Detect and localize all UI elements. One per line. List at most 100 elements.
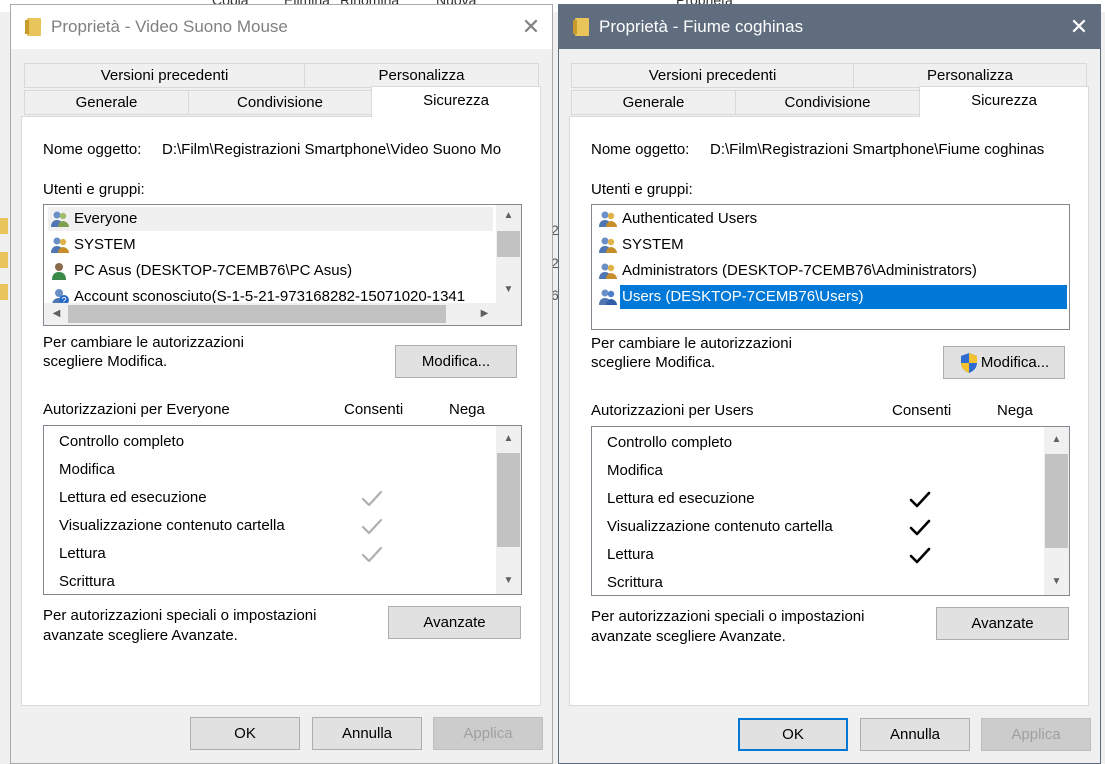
users-groups-label: Utenti e gruppi: — [43, 181, 145, 198]
apply-button[interactable]: Applica — [433, 717, 543, 750]
object-name-label: Nome oggetto: — [43, 141, 142, 158]
permission-modify: Modifica — [59, 461, 115, 478]
users-groups-label: Utenti e gruppi: — [591, 181, 693, 198]
scrollbar-thumb[interactable] — [497, 453, 520, 547]
properties-dialog-left: Proprietà - Video Suono Mouse ✕ Versioni… — [10, 4, 553, 764]
bg-folder-icon — [0, 284, 8, 300]
permission-read-execute: Lettura ed esecuzione — [607, 490, 755, 507]
user-name: Administrators (DESKTOP-7CEMB76\Administ… — [622, 262, 977, 279]
allow-checkmark-icon — [361, 518, 383, 535]
ok-button[interactable]: OK — [190, 717, 300, 750]
special-permissions-text: Per autorizzazioni speciali o impostazio… — [43, 607, 317, 624]
permission-read: Lettura — [607, 546, 654, 563]
tab-sharing[interactable]: Condivisione — [735, 90, 920, 115]
user-name: Users (DESKTOP-7CEMB76\Users) — [622, 288, 864, 305]
user-group-icon — [599, 211, 617, 227]
close-button[interactable]: ✕ — [1064, 13, 1094, 41]
permission-list-folder: Visualizzazione contenuto cartella — [607, 518, 833, 535]
cancel-button[interactable]: Annulla — [860, 718, 970, 751]
user-row-users[interactable]: Users (DESKTOP-7CEMB76\Users) — [620, 285, 1067, 309]
user-row-authenticated-users[interactable]: Authenticated Users — [596, 207, 1066, 231]
special-permissions-text-2: avanzate scegliere Avanzate. — [591, 628, 786, 645]
tab-previous-versions[interactable]: Versioni precedenti — [571, 63, 854, 88]
apply-button[interactable]: Applica — [981, 718, 1091, 751]
tab-previous-versions[interactable]: Versioni precedenti — [24, 63, 305, 88]
change-permissions-text-2: scegliere Modifica. — [591, 354, 716, 371]
tab-customize[interactable]: Personalizza — [304, 63, 539, 88]
scroll-up-icon[interactable]: ▲ — [1044, 429, 1069, 451]
user-row-system[interactable]: SYSTEM — [596, 233, 1066, 257]
allow-column-header: Consenti — [344, 401, 404, 418]
user-icon — [52, 263, 66, 280]
permission-list-folder: Visualizzazione contenuto cartella — [59, 517, 285, 534]
permissions-vertical-scrollbar[interactable]: ▲ ▼ — [496, 426, 521, 594]
allow-checkmark-icon — [361, 490, 383, 507]
permissions-title: Autorizzazioni per Users — [591, 402, 754, 419]
scrollbar-thumb[interactable] — [497, 231, 520, 257]
change-permissions-text: Per cambiare le autorizzazioni — [43, 334, 244, 351]
allow-checkmark-icon — [909, 519, 931, 536]
tab-general[interactable]: Generale — [571, 90, 736, 115]
tab-general[interactable]: Generale — [24, 90, 189, 115]
edit-button[interactable]: Modifica... — [395, 345, 517, 378]
permission-write: Scrittura — [59, 573, 115, 590]
permissions-list: Controllo completo Modifica Lettura ed e… — [43, 425, 522, 595]
permission-full-control: Controllo completo — [59, 433, 185, 450]
permissions-title: Autorizzazioni per Everyone — [43, 401, 230, 418]
permissions-list: Controllo completo Modifica Lettura ed e… — [591, 426, 1070, 596]
scroll-down-icon[interactable]: ▼ — [1044, 571, 1069, 593]
special-permissions-text: Per autorizzazioni speciali o impostazio… — [591, 608, 865, 625]
deny-column-header: Nega — [449, 401, 485, 418]
title-bar: Proprietà - Fiume coghinas ✕ — [559, 5, 1100, 49]
user-name: SYSTEM — [74, 236, 136, 253]
user-row-system[interactable]: SYSTEM — [48, 233, 493, 257]
bg-folder-icon — [0, 252, 8, 268]
scroll-down-icon[interactable]: ▼ — [496, 279, 521, 301]
tab-security[interactable]: Sicurezza — [919, 86, 1089, 117]
change-permissions-text: Per cambiare le autorizzazioni — [591, 335, 792, 352]
allow-column-header: Consenti — [892, 402, 952, 419]
scroll-up-icon[interactable]: ▲ — [496, 428, 521, 450]
uac-shield-icon — [960, 353, 977, 374]
user-row-everyone[interactable]: Everyone — [48, 207, 493, 231]
advanced-button[interactable]: Avanzate — [936, 607, 1069, 640]
users-vertical-scrollbar[interactable]: ▲ ▼ — [496, 205, 521, 303]
deny-column-header: Nega — [997, 402, 1033, 419]
user-row-pc-asus[interactable]: PC Asus (DESKTOP-7CEMB76\PC Asus) — [48, 259, 493, 283]
scroll-left-icon[interactable]: ◀ — [44, 303, 69, 325]
edit-button-label: Modifica... — [980, 354, 1050, 371]
user-name: Authenticated Users — [622, 210, 758, 227]
advanced-button[interactable]: Avanzate — [388, 606, 521, 639]
user-name: Everyone — [74, 210, 138, 227]
scrollbar-thumb[interactable] — [68, 305, 446, 323]
scrollbar-thumb[interactable] — [1045, 454, 1068, 548]
folder-icon — [25, 18, 41, 36]
allow-checkmark-icon — [361, 546, 383, 563]
users-list: Everyone SYSTEM PC Asus (DESKTOP-7CEMB76… — [43, 204, 522, 326]
scroll-down-icon[interactable]: ▼ — [496, 570, 521, 592]
user-name: PC Asus (DESKTOP-7CEMB76\PC Asus) — [74, 262, 353, 279]
scroll-right-icon[interactable]: ▶ — [472, 303, 497, 325]
user-name: SYSTEM — [622, 236, 684, 253]
user-group-icon — [599, 263, 617, 279]
scroll-up-icon[interactable]: ▲ — [496, 205, 521, 227]
close-button[interactable]: ✕ — [516, 13, 546, 41]
dialog-title: Proprietà - Video Suono Mouse — [51, 17, 288, 36]
users-horizontal-scrollbar[interactable]: ◀ ▶ — [44, 303, 521, 325]
change-permissions-text-2: scegliere Modifica. — [43, 353, 168, 370]
folder-icon — [573, 18, 589, 36]
cancel-button[interactable]: Annulla — [312, 717, 422, 750]
properties-dialog-right: Proprietà - Fiume coghinas ✕ Versioni pr… — [558, 4, 1101, 764]
tab-sharing[interactable]: Condivisione — [188, 90, 372, 115]
edit-button[interactable]: Modifica... — [943, 346, 1065, 379]
permissions-vertical-scrollbar[interactable]: ▲ ▼ — [1044, 427, 1069, 595]
tab-security[interactable]: Sicurezza — [371, 86, 541, 117]
user-row-administrators[interactable]: Administrators (DESKTOP-7CEMB76\Administ… — [596, 259, 1066, 283]
allow-checkmark-icon — [909, 547, 931, 564]
permission-modify: Modifica — [607, 462, 663, 479]
ok-button[interactable]: OK — [738, 718, 848, 751]
tab-customize[interactable]: Personalizza — [853, 63, 1087, 88]
user-group-icon — [599, 237, 617, 253]
object-name-label: Nome oggetto: — [591, 141, 690, 158]
allow-checkmark-icon — [909, 491, 931, 508]
